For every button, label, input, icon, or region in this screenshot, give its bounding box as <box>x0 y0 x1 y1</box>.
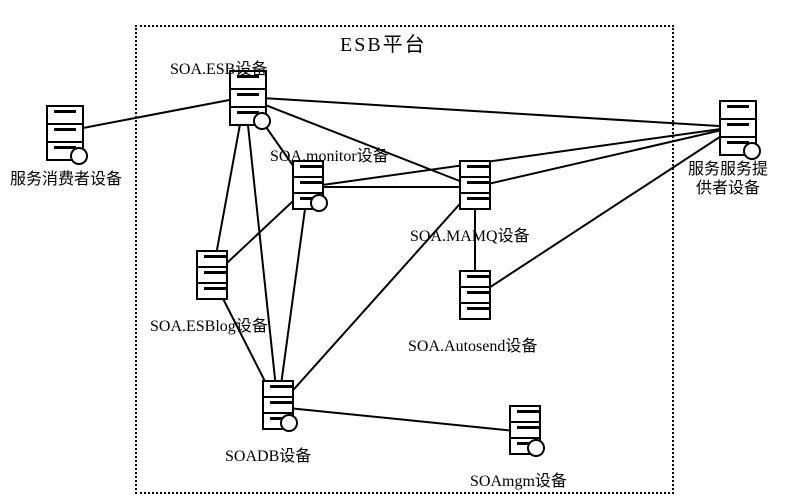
soa-autosend-label: SOA.Autosend设备 <box>408 332 537 356</box>
soa-mamq-label: SOA.MAMQ设备 <box>410 222 530 246</box>
soa-esb-label: SOA.ESB设备 <box>170 55 267 79</box>
provider-device <box>715 100 757 156</box>
server-icon <box>288 160 324 208</box>
server-icon <box>42 105 84 161</box>
soa-monitor-device <box>288 160 324 208</box>
server-icon <box>455 160 491 208</box>
consumer-device <box>42 105 84 161</box>
platform-title: ESB平台 <box>340 28 427 57</box>
server-icon <box>192 250 228 298</box>
server-icon <box>505 405 541 453</box>
soamgm-device <box>505 405 541 453</box>
soadb-label: SOADB设备 <box>225 442 311 466</box>
soa-mamq-device <box>455 160 491 208</box>
diagram-canvas: ESB平台 服务消费者设备 服务服务提 供者设备 SOA.ESB设备 <box>0 0 800 501</box>
soadb-device <box>258 380 294 428</box>
soa-autosend-device <box>455 270 491 318</box>
provider-label-line1: 服务服务提 供者设备 <box>688 161 768 197</box>
server-icon <box>455 270 491 318</box>
soa-esblog-label: SOA.ESBlog设备 <box>150 312 268 336</box>
provider-label: 服务服务提 供者设备 <box>688 160 768 198</box>
consumer-label: 服务消费者设备 <box>10 165 122 189</box>
soa-esblog-device <box>192 250 228 298</box>
server-icon <box>715 100 757 156</box>
server-icon <box>258 380 294 428</box>
soamgm-label: SOAmgm设备 <box>470 467 567 491</box>
soa-monitor-label: SOA.monitor设备 <box>270 142 389 166</box>
